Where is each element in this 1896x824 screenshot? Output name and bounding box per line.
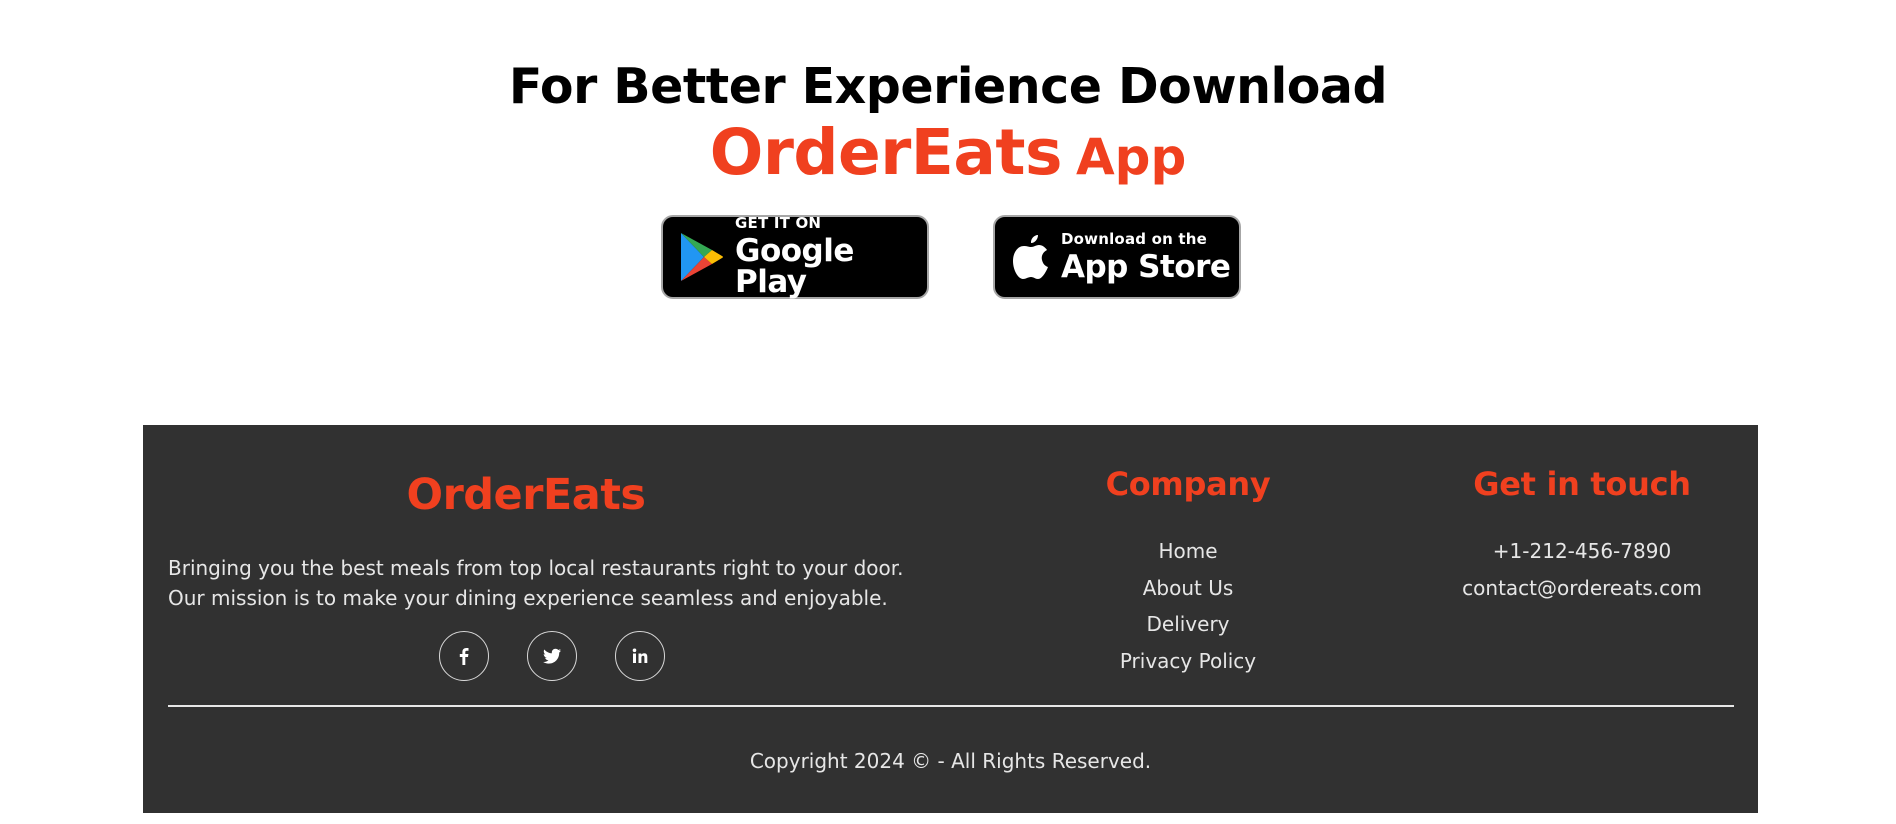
google-play-button[interactable]: GET IT ON Google Play bbox=[661, 215, 929, 299]
footer-link-about-us[interactable]: About Us bbox=[1029, 570, 1347, 607]
facebook-icon bbox=[459, 648, 469, 665]
google-play-icon bbox=[677, 230, 725, 284]
contact-phone[interactable]: +1-212-456-7890 bbox=[1405, 533, 1759, 570]
twitter-link[interactable] bbox=[527, 631, 577, 681]
footer-company-column: Company Home About Us Delivery Privacy P… bbox=[1029, 425, 1347, 725]
footer-brand-logo[interactable]: OrderEats bbox=[143, 470, 909, 520]
site-footer: OrderEats Bringing you the best meals fr… bbox=[143, 425, 1758, 813]
social-links bbox=[143, 631, 909, 681]
apple-icon bbox=[1011, 233, 1051, 281]
twitter-icon bbox=[543, 648, 561, 664]
app-store-button[interactable]: Download on the App Store bbox=[993, 215, 1241, 299]
google-play-large-label: Google Play bbox=[735, 233, 854, 300]
contact-email[interactable]: contact@ordereats.com bbox=[1405, 570, 1759, 607]
download-brand-line: OrderEats App bbox=[0, 116, 1896, 189]
copyright-text: Copyright 2024 © - All Rights Reserved. bbox=[749, 749, 1152, 773]
company-links: Home About Us Delivery Privacy Policy bbox=[1029, 533, 1347, 679]
footer-contact-column: Get in touch +1-212-456-7890 contact@ord… bbox=[1405, 425, 1759, 725]
facebook-link[interactable] bbox=[439, 631, 489, 681]
footer-link-delivery[interactable]: Delivery bbox=[1029, 606, 1347, 643]
footer-link-privacy-policy[interactable]: Privacy Policy bbox=[1029, 643, 1347, 680]
footer-divider bbox=[168, 705, 1734, 707]
download-brand-name: OrderEats bbox=[709, 116, 1063, 189]
download-headline: For Better Experience Download bbox=[508, 58, 1388, 115]
download-brand-suffix: App bbox=[1075, 128, 1187, 186]
footer-mission-text: Bringing you the best meals from top loc… bbox=[168, 556, 904, 610]
linkedin-icon bbox=[632, 648, 648, 663]
company-heading: Company bbox=[1105, 465, 1271, 503]
linkedin-link[interactable] bbox=[615, 631, 665, 681]
contact-details: +1-212-456-7890 contact@ordereats.com bbox=[1405, 533, 1759, 606]
footer-link-home[interactable]: Home bbox=[1029, 533, 1347, 570]
google-play-small-label: GET IT ON bbox=[735, 214, 822, 232]
app-store-large-label: App Store bbox=[1061, 248, 1231, 285]
app-download-section: For Better Experience Download OrderEats… bbox=[0, 0, 1896, 420]
contact-heading: Get in touch bbox=[1473, 465, 1691, 503]
app-store-small-label: Download on the bbox=[1061, 229, 1208, 248]
